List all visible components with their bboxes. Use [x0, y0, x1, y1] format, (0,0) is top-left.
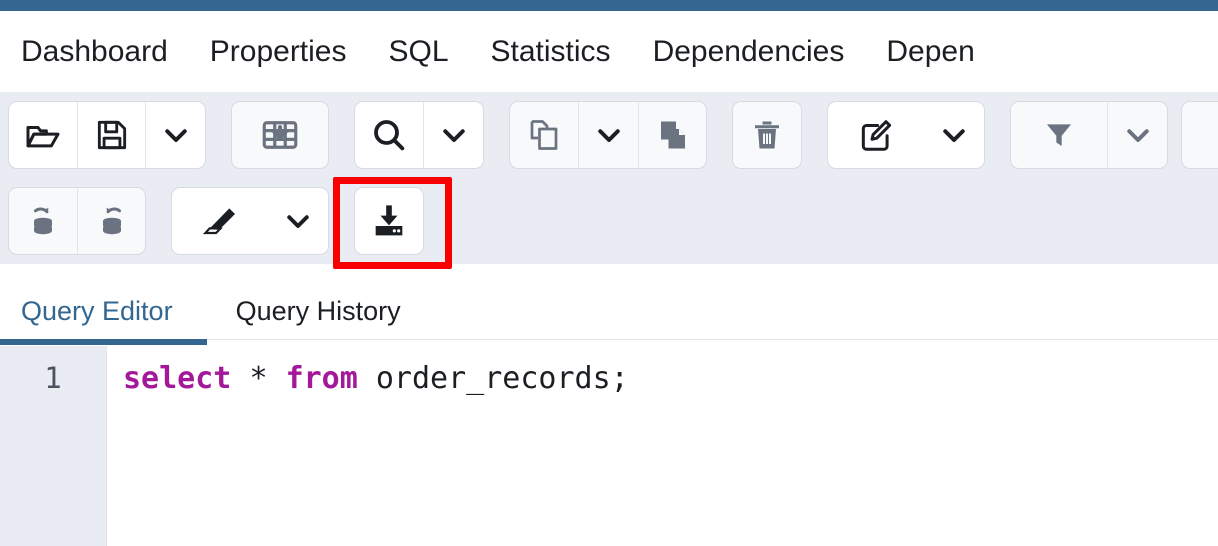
object-tab-statistics[interactable]: Statistics — [470, 11, 632, 92]
object-tab-dependencies[interactable]: Dependencies — [632, 11, 866, 92]
chevron-down-icon — [164, 129, 187, 142]
download-table-button-group — [231, 101, 329, 169]
find-button-group — [354, 101, 484, 169]
save-options-button[interactable] — [145, 102, 205, 168]
search-icon — [374, 120, 405, 151]
edit-button-group — [827, 101, 985, 169]
download-table-button[interactable] — [232, 102, 328, 168]
chevron-down-icon — [1126, 129, 1149, 142]
query-tab-bar: Query Editor Query History — [0, 264, 1218, 345]
sql-space — [268, 361, 286, 396]
edit-pencil-icon — [861, 120, 892, 151]
chevron-down-icon — [597, 129, 620, 142]
sql-table-identifier: order_records; — [375, 361, 629, 396]
rollback-icon — [102, 207, 121, 235]
query-tool-window: Dashboard Properties SQL Statistics Depe… — [0, 0, 1218, 546]
chevron-down-icon — [287, 215, 309, 228]
eraser-icon — [202, 208, 235, 235]
commit-icon — [34, 207, 52, 235]
sql-space — [231, 361, 249, 396]
chevron-down-icon — [442, 129, 465, 142]
paste-button[interactable] — [638, 102, 706, 168]
sql-keyword-select: select — [123, 361, 232, 396]
download-tray-icon — [375, 205, 403, 236]
save-file-button[interactable] — [77, 102, 145, 168]
sql-keyword-from: from — [285, 361, 358, 396]
trash-icon — [755, 121, 779, 149]
filter-button-group — [1010, 101, 1168, 169]
clear-options-button[interactable] — [268, 188, 328, 254]
file-button-group — [8, 101, 206, 169]
chevron-down-icon — [943, 129, 965, 142]
delete-button-group — [732, 101, 802, 169]
line-number-gutter: 1 — [0, 346, 107, 546]
clear-button-group — [171, 187, 329, 255]
filter-button[interactable] — [1011, 102, 1107, 168]
find-options-button[interactable] — [423, 102, 483, 168]
edit-options-button[interactable] — [924, 102, 984, 168]
overflow-button-group — [1181, 101, 1218, 169]
rollback-button[interactable] — [77, 188, 145, 254]
sql-editor: 1 select * from order_records; — [0, 346, 1218, 546]
paste-icon — [660, 121, 685, 149]
copy-button[interactable] — [510, 102, 578, 168]
toolbar-row-1 — [0, 92, 1218, 178]
toolbar-row-2 — [0, 178, 1218, 264]
download-results-button-group — [354, 187, 424, 255]
filter-options-button[interactable] — [1107, 102, 1167, 168]
open-file-icon — [26, 126, 60, 148]
copy-icon — [530, 120, 558, 150]
object-tab-bar: Dashboard Properties SQL Statistics Depe… — [0, 11, 1218, 92]
object-tab-dashboard[interactable]: Dashboard — [0, 11, 189, 92]
overflow-button[interactable] — [1182, 102, 1218, 168]
open-file-button[interactable] — [9, 102, 77, 168]
tab-query-history[interactable]: Query History — [207, 298, 430, 339]
copy-options-button[interactable] — [578, 102, 638, 168]
find-button[interactable] — [355, 102, 423, 168]
transaction-button-group — [8, 187, 146, 255]
object-tab-properties[interactable]: Properties — [189, 11, 368, 92]
edit-button[interactable] — [828, 102, 924, 168]
object-tab-sql[interactable]: SQL — [368, 11, 470, 92]
download-results-button[interactable] — [355, 188, 423, 254]
filter-icon — [1046, 124, 1072, 147]
clipboard-button-group — [509, 101, 707, 169]
delete-button[interactable] — [733, 102, 801, 168]
table-download-icon — [262, 121, 298, 149]
clear-button[interactable] — [172, 188, 268, 254]
commit-button[interactable] — [9, 188, 77, 254]
object-tab-dependents[interactable]: Depen — [865, 11, 995, 92]
top-brand-strip — [0, 0, 1218, 11]
sql-code-area[interactable]: select * from order_records; — [107, 346, 1218, 546]
sql-star-operator: * — [249, 361, 268, 396]
line-number: 1 — [44, 361, 62, 395]
tab-query-editor[interactable]: Query Editor — [0, 298, 207, 345]
sql-space — [358, 361, 376, 396]
save-file-icon — [97, 120, 126, 150]
